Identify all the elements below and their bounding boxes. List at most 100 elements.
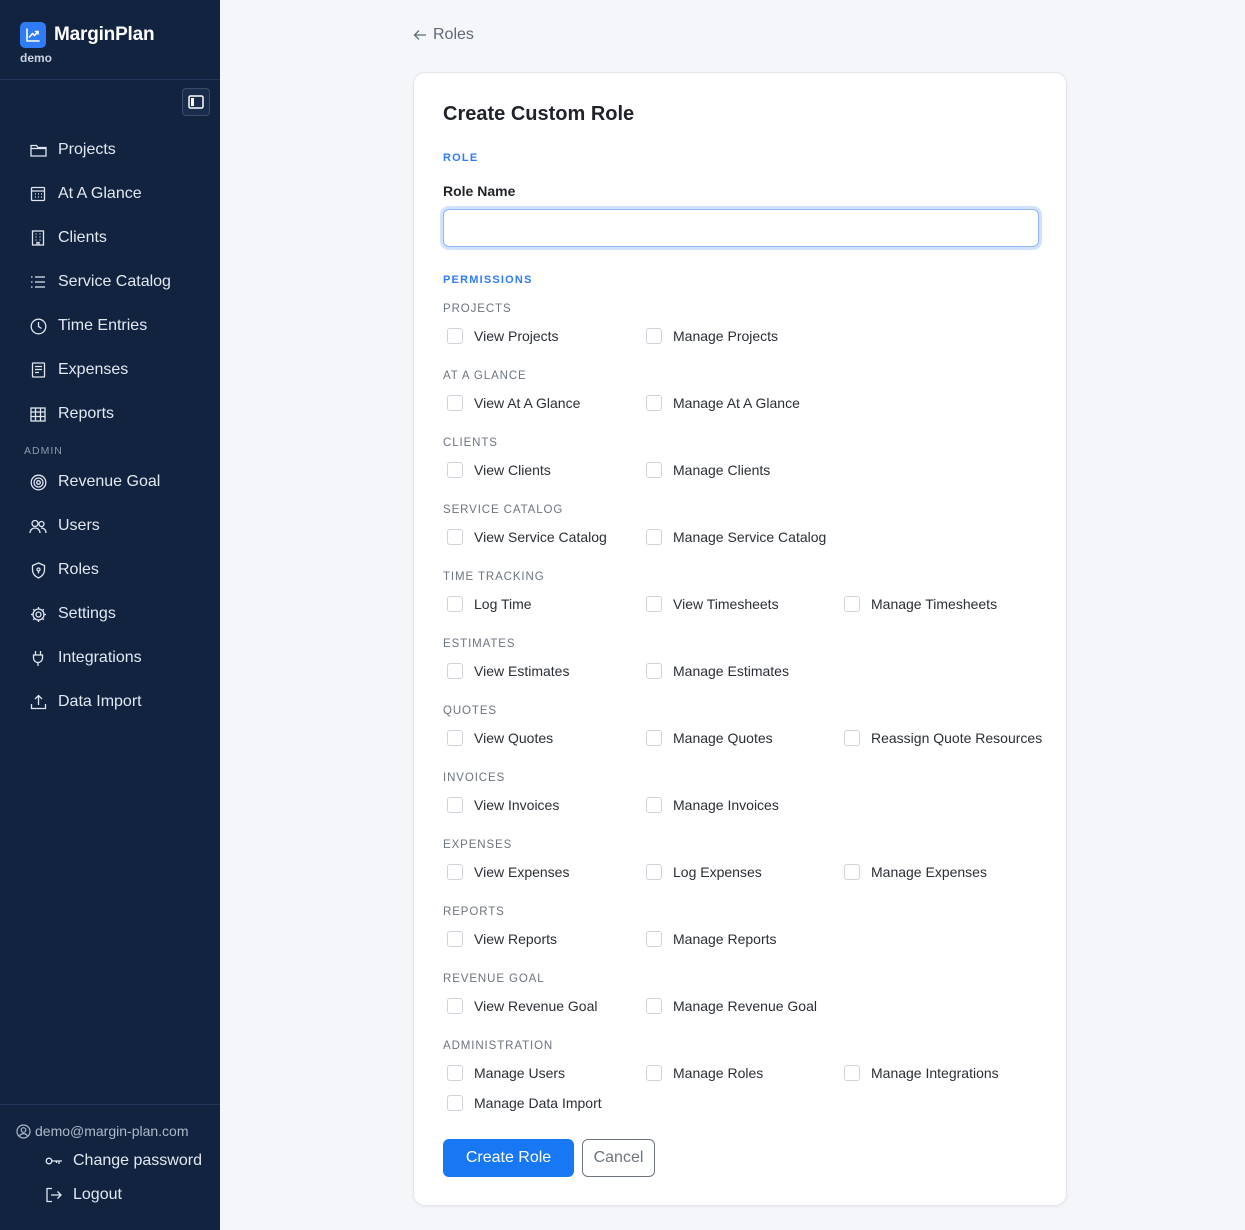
permission-checkbox[interactable] [646,596,662,612]
change-password-link[interactable]: Change password [45,1152,202,1170]
permission-checkbox[interactable] [844,1065,860,1081]
sidebar-item-data-import[interactable]: Data Import [29,690,142,714]
list-icon [29,273,47,291]
sidebar-item-label: Expenses [58,361,129,378]
sidebar-item-projects[interactable]: Projects [29,138,116,162]
sidebar-item-service-catalog[interactable]: Service Catalog [29,270,171,294]
permission-checkbox[interactable] [646,730,662,746]
permission-checkbox-item[interactable]: Manage Roles [642,1065,763,1081]
logout-link[interactable]: Logout [45,1186,122,1204]
sidebar-toggle-button[interactable] [182,88,210,116]
calendar-grid-icon [29,185,47,203]
permission-checkbox-item[interactable]: View At A Glance [443,395,580,411]
permission-checkbox[interactable] [447,931,463,947]
permission-checkbox[interactable] [646,529,662,545]
sidebar-item-label: Settings [58,605,116,622]
permission-checkbox-item[interactable]: Manage Invoices [642,797,779,813]
permission-checkbox[interactable] [646,328,662,344]
sidebar-item-integrations[interactable]: Integrations [29,646,142,670]
permission-checkbox[interactable] [646,797,662,813]
permission-checkbox-item[interactable]: View Reports [443,931,557,947]
permission-checkbox[interactable] [447,462,463,478]
sidebar-item-at-a-glance[interactable]: At A Glance [29,182,142,206]
permission-checkbox-item[interactable]: Manage Service Catalog [642,529,826,545]
permission-checkbox-item[interactable]: View Service Catalog [443,529,607,545]
permission-checkbox-item[interactable]: Manage Estimates [642,663,789,679]
permission-checkbox-item[interactable]: Manage Projects [642,328,778,344]
permission-checkbox[interactable] [447,998,463,1014]
permission-checkbox[interactable] [844,730,860,746]
permission-checkbox[interactable] [447,596,463,612]
sidebar-item-users[interactable]: Users [29,514,100,538]
permission-label: Manage Data Import [474,1095,602,1111]
permission-checkbox-item[interactable]: View Expenses [443,864,569,880]
sidebar-item-reports[interactable]: Reports [29,402,114,426]
back-to-roles-link[interactable]: Roles [413,26,474,44]
sidebar-item-label: Time Entries [58,317,148,334]
permission-checkbox-item[interactable]: Manage Quotes [642,730,773,746]
permission-checkbox[interactable] [447,730,463,746]
permission-checkbox[interactable] [447,797,463,813]
sidebar-item-clients[interactable]: Clients [29,226,107,250]
permission-checkbox-item[interactable]: Manage Timesheets [840,596,997,612]
building-icon [29,229,47,247]
permission-checkbox-item[interactable]: Manage Revenue Goal [642,998,817,1014]
role-name-input[interactable] [443,209,1039,247]
permission-checkbox[interactable] [646,931,662,947]
permission-checkbox[interactable] [447,663,463,679]
permission-checkbox-item[interactable]: View Revenue Goal [443,998,597,1014]
sidebar-item-label: At A Glance [58,185,142,202]
permission-checkbox[interactable] [646,462,662,478]
permission-checkbox-item[interactable]: Log Expenses [642,864,762,880]
permission-checkbox[interactable] [447,395,463,411]
permission-checkbox-item[interactable]: View Estimates [443,663,569,679]
brand[interactable]: MarginPlan [20,22,155,48]
sidebar-item-settings[interactable]: Settings [29,602,116,626]
permission-checkbox-item[interactable]: View Projects [443,328,559,344]
permission-checkbox-item[interactable]: View Timesheets [642,596,779,612]
sidebar-item-label: Roles [58,561,99,578]
sidebar-item-revenue-goal[interactable]: Revenue Goal [29,470,160,494]
permission-group-label: QUOTES [443,705,497,717]
permission-checkbox[interactable] [447,1095,463,1111]
permission-checkbox-item[interactable]: Log Time [443,596,532,612]
permission-checkbox-item[interactable]: Manage Clients [642,462,770,478]
permission-checkbox-item[interactable]: View Quotes [443,730,553,746]
permission-checkbox[interactable] [646,1065,662,1081]
permission-checkbox[interactable] [646,998,662,1014]
cancel-button[interactable]: Cancel [582,1139,655,1177]
permission-checkbox-item[interactable]: Manage Reports [642,931,777,947]
permission-label: Log Time [474,596,532,612]
permission-checkbox[interactable] [844,596,860,612]
permission-checkbox[interactable] [646,864,662,880]
sidebar-item-time-entries[interactable]: Time Entries [29,314,147,338]
permission-label: Manage Timesheets [871,596,998,612]
create-role-button[interactable]: Create Role [443,1139,574,1177]
permission-checkbox-item[interactable]: Manage Expenses [840,864,987,880]
permission-checkbox-item[interactable]: View Clients [443,462,551,478]
sidebar-item-roles[interactable]: Roles [29,558,99,582]
permission-checkbox-item[interactable]: View Invoices [443,797,559,813]
upload-icon [29,693,47,711]
permission-checkbox-item[interactable]: Manage Data Import [443,1095,602,1111]
permission-checkbox-item[interactable]: Manage Users [443,1065,565,1081]
sidebar-item-expenses[interactable]: Expenses [29,358,128,382]
permission-checkbox[interactable] [844,864,860,880]
permission-checkbox[interactable] [447,529,463,545]
permission-label: Manage Quotes [673,730,773,746]
permission-checkbox[interactable] [447,864,463,880]
permission-checkbox[interactable] [646,663,662,679]
sidebar-item-label: Reports [58,405,115,422]
permission-checkbox-item[interactable]: Manage At A Glance [642,395,800,411]
permission-label: Manage Invoices [673,797,779,813]
users-icon [29,517,47,535]
permission-checkbox-item[interactable]: Manage Integrations [840,1065,999,1081]
permission-checkbox[interactable] [447,328,463,344]
brand-subtitle: demo [20,51,53,65]
permission-label: View Clients [474,462,551,478]
permission-label: View Reports [474,931,558,947]
back-link-label: Roles [433,26,474,43]
permission-checkbox-item[interactable]: Reassign Quote Resources [840,730,1042,746]
permission-checkbox[interactable] [646,395,662,411]
permission-checkbox[interactable] [447,1065,463,1081]
